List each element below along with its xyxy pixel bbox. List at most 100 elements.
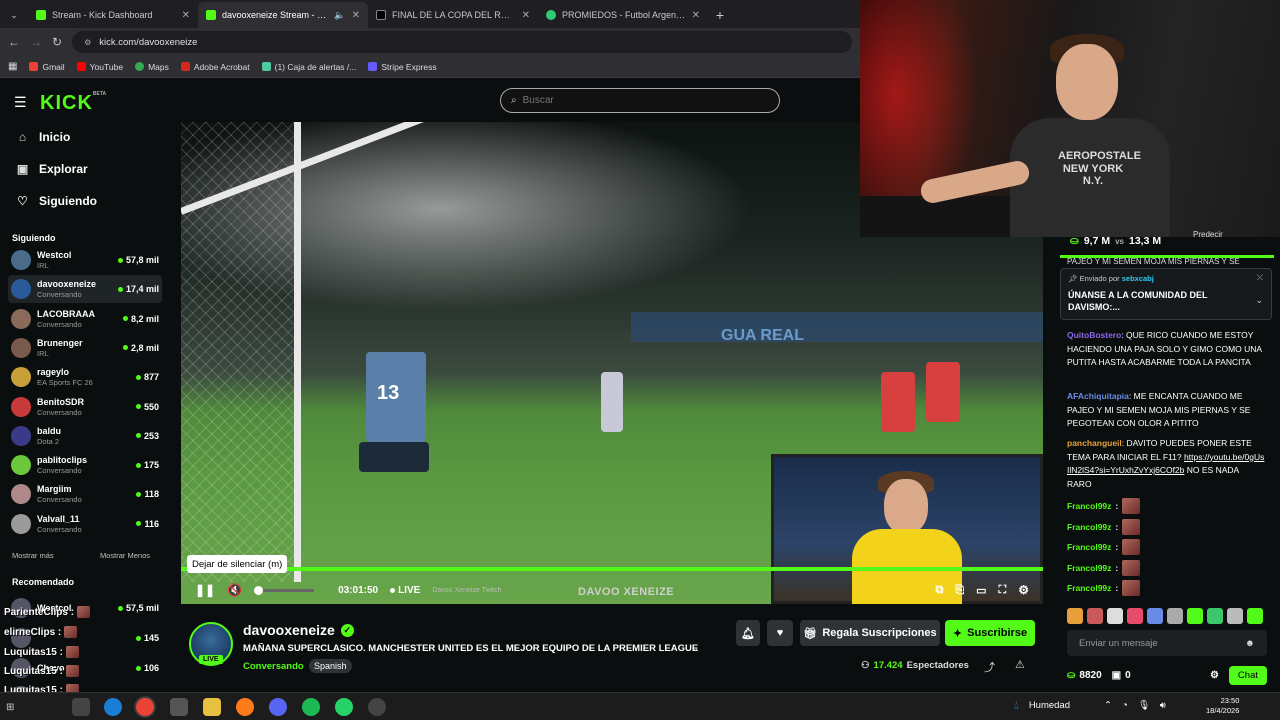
volume-slider[interactable]	[254, 585, 315, 595]
show-less-link[interactable]: Mostrar Menos	[100, 551, 150, 560]
close-icon[interactable]: ✕	[182, 10, 190, 21]
volume-thumb[interactable]	[254, 585, 264, 595]
chat-emote-message[interactable]: Francol99z:	[1067, 539, 1141, 555]
weather-label[interactable]: Humedad	[1029, 700, 1070, 711]
chat-emote-message[interactable]: Francol99z:	[1067, 518, 1141, 535]
bookmark-youtube[interactable]: YouTube	[76, 62, 123, 72]
store-icon[interactable]	[170, 698, 188, 716]
pip-icon[interactable]: ⧉	[935, 584, 943, 597]
wifi-icon[interactable]: ◔	[1122, 700, 1128, 711]
emote-icon[interactable]	[1087, 608, 1103, 624]
following-channel[interactable]: Valvall_11 Conversando 116	[8, 510, 162, 538]
close-icon[interactable]: ✕	[352, 10, 360, 21]
folder-icon[interactable]	[203, 698, 221, 716]
apps-grid-icon[interactable]: ▦	[8, 61, 17, 72]
emote-icon[interactable]	[1107, 608, 1123, 624]
chat-username[interactable]: Francol99z	[1067, 583, 1111, 593]
reload-icon[interactable]: ↻	[52, 35, 62, 49]
chat-username[interactable]: Francol99z	[1067, 542, 1111, 552]
bookmark-alerts[interactable]: (1) Caja de alertas /...	[261, 62, 356, 72]
whatsapp-icon[interactable]	[335, 698, 353, 716]
stream-category[interactable]: Conversando	[243, 661, 304, 672]
spotify-icon[interactable]	[302, 698, 320, 716]
report-icon[interactable]: ⚠	[1015, 658, 1025, 671]
firefox-icon[interactable]	[236, 698, 254, 716]
chat-message[interactable]: AFAchiquitapia: ME ENCANTA CUANDO ME PAJ…	[1067, 390, 1265, 431]
chat-username[interactable]: QuitoBostero	[1067, 330, 1121, 340]
edge-icon[interactable]	[104, 698, 122, 716]
url-field[interactable]: ⚙ kick.com/davooxeneize	[72, 31, 852, 53]
settings-gear-icon[interactable]: ⚙	[1018, 583, 1029, 597]
chat-username[interactable]: AFAchiquitapia	[1067, 391, 1129, 401]
hamburger-menu-icon[interactable]: ☰	[14, 94, 27, 111]
share-icon[interactable]: ⤴	[984, 659, 995, 675]
following-channel[interactable]: baldu Dota 2 253	[8, 422, 162, 450]
close-icon[interactable]: ✕	[522, 10, 530, 21]
pause-icon[interactable]: ❚❚	[195, 583, 215, 597]
channel-name[interactable]: davooxeneize ✓	[243, 622, 354, 638]
emote-icon[interactable]	[1187, 608, 1203, 624]
chat-message[interactable]: QuitoBostero: QUE RICO CUANDO ME ESTOY H…	[1067, 329, 1265, 370]
chat-username[interactable]: Francol99z	[1067, 522, 1111, 532]
close-icon[interactable]: ✕	[692, 10, 700, 21]
volume-icon[interactable]: 🔊︎	[1160, 700, 1166, 711]
bookmark-gmail[interactable]: Gmail	[29, 62, 65, 72]
video-progress-bar[interactable]	[181, 567, 1043, 571]
notification-bell-button[interactable]: 🔔︎	[736, 620, 760, 646]
emoji-icon[interactable]: ☻	[1245, 638, 1255, 649]
chrome-icon[interactable]	[136, 698, 154, 716]
app-icon-task-view[interactable]	[72, 698, 90, 716]
emote-icon[interactable]	[1067, 608, 1083, 624]
emote-icon[interactable]	[1227, 608, 1243, 624]
chat-username[interactable]: Francol99z	[1067, 501, 1111, 511]
mute-icon[interactable]: 🔇	[227, 583, 242, 597]
bookmark-maps[interactable]: Maps	[135, 62, 169, 72]
back-icon[interactable]: ←	[8, 35, 20, 49]
chat-username[interactable]: Francol99z	[1067, 563, 1111, 573]
tray-chevron-icon[interactable]: ⌃	[1104, 700, 1112, 711]
subscribe-button[interactable]: ✦ Suscribirse	[945, 620, 1035, 646]
chat-input[interactable]: Enviar un mensaje ☻	[1067, 630, 1267, 656]
chevron-down-icon[interactable]: ⌄	[1255, 295, 1263, 306]
chat-settings-icon[interactable]: ⚙	[1210, 670, 1219, 681]
follow-heart-button[interactable]: ♥	[767, 620, 793, 646]
following-channel[interactable]: davooxeneize Conversando 17,4 mil	[8, 275, 162, 304]
search-input[interactable]	[522, 95, 743, 106]
emote-icon[interactable]	[1247, 608, 1263, 624]
tab-davooxeneize[interactable]: davooxeneize Stream - Wa 🔈 ✕	[198, 2, 368, 28]
language-tag[interactable]: Spanish	[309, 659, 352, 673]
following-channel[interactable]: pablitoclips Conversando 175	[8, 451, 162, 479]
chat-emote-message[interactable]: Francol99z:	[1067, 498, 1141, 514]
kick-logo[interactable]: KICKBETA	[40, 91, 106, 115]
emote-icon[interactable]	[1207, 608, 1223, 624]
pinned-by-user[interactable]: sebxcabj	[1122, 274, 1154, 283]
discord-icon[interactable]	[269, 698, 287, 716]
chat-send-button[interactable]: Chat	[1228, 665, 1267, 685]
chat-emote-message[interactable]: Francol99z:	[1067, 580, 1141, 596]
following-channel[interactable]: BenitoSDR Conversando 550	[8, 393, 162, 421]
following-channel[interactable]: Margiim Conversando 118	[8, 480, 162, 508]
bookmark-adobe[interactable]: Adobe Acrobat	[180, 62, 250, 72]
speaker-icon[interactable]: 🔈	[334, 10, 345, 21]
following-channel[interactable]: Westcol IRL 57,8 mil	[8, 246, 162, 274]
gift-subs-button[interactable]: 🎁︎ Regala Suscripciones	[800, 620, 940, 646]
obs-icon[interactable]	[368, 698, 386, 716]
show-more-link[interactable]: Mostrar más	[12, 551, 54, 560]
taskbar-clock[interactable]: 23:50 18/4/2026	[1206, 696, 1239, 716]
expand-title-icon[interactable]: ⌄	[691, 643, 699, 654]
nav-siguiendo[interactable]: ♡ Siguiendo	[16, 194, 97, 208]
theater-mode-icon[interactable]: ▭	[976, 584, 986, 597]
tab-search-icon[interactable]: ⌄	[0, 2, 28, 28]
site-info-icon[interactable]: ⚙	[84, 38, 91, 47]
emote-icon[interactable]	[1127, 608, 1143, 624]
bookmark-stripe[interactable]: Stripe Express	[368, 62, 437, 72]
clip-icon[interactable]: ⎘	[955, 584, 964, 597]
tab-kick-dashboard[interactable]: Stream - Kick Dashboard ✕	[28, 2, 198, 28]
search-box[interactable]: ⌕	[500, 88, 780, 113]
tab-promiedos[interactable]: PROMIEDOS - Futbol Argentino ✕	[538, 2, 708, 28]
unpin-icon[interactable]: ⤫	[1257, 273, 1263, 283]
following-channel[interactable]: Brunenger IRL 2,8 mil	[8, 334, 162, 362]
chat-username[interactable]: panchangueil	[1067, 438, 1122, 448]
tab-final-copa[interactable]: FINAL DE LA COPA DEL REY 2 ✕	[368, 2, 538, 28]
emote-icon[interactable]	[1147, 608, 1163, 624]
